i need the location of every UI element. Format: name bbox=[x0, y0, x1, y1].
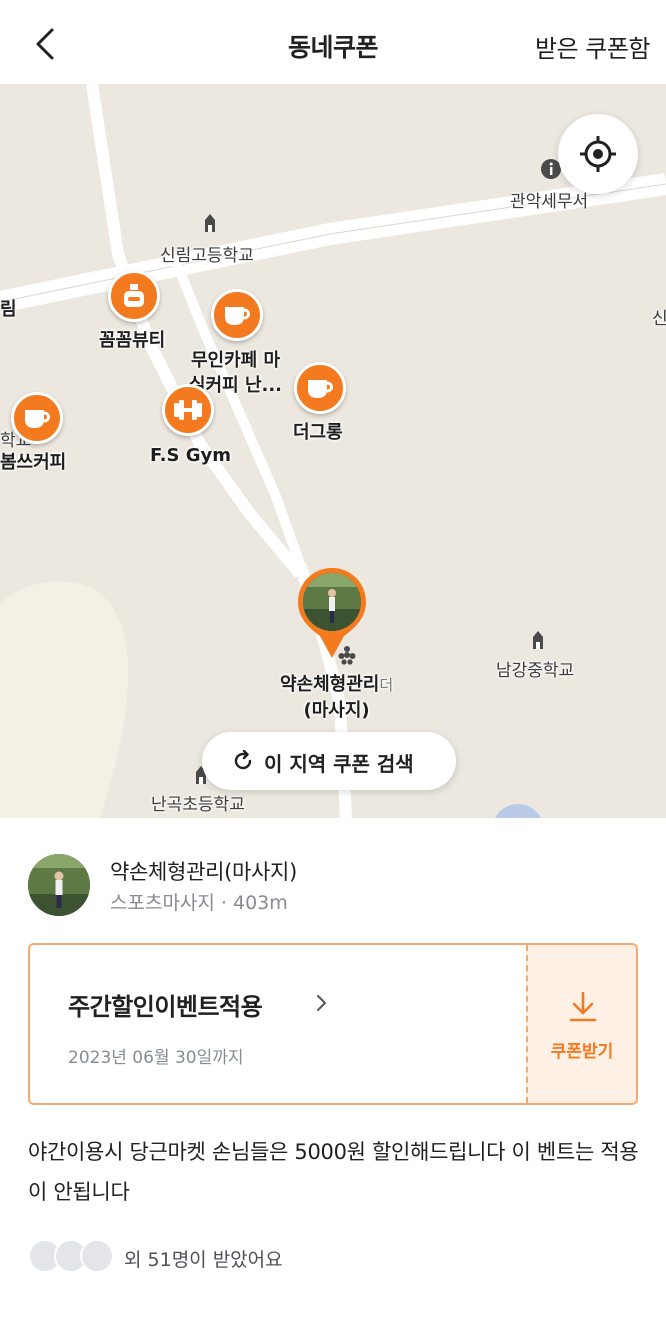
store-avatar[interactable] bbox=[28, 854, 90, 916]
map-label-namgang-middle-school: 남강중학교 bbox=[496, 661, 575, 681]
coffee-cup-icon bbox=[308, 380, 333, 398]
download-icon bbox=[569, 991, 597, 1022]
search-this-area-label: 이 지역 쿠폰 검색 bbox=[264, 752, 414, 776]
map-label-yakson-line2: (마사지) bbox=[303, 700, 370, 721]
map-pin-cafe[interactable] bbox=[211, 289, 263, 341]
map-pin-cafe[interactable] bbox=[11, 392, 63, 444]
top-bar: 동네쿠폰 받은 쿠폰함 bbox=[0, 0, 666, 84]
chevron-right-icon bbox=[317, 995, 326, 1011]
map-label-gwanak-tax-office: 관악세무서 bbox=[510, 192, 589, 212]
coffee-cup-icon bbox=[225, 307, 250, 325]
store-category-distance: 스포츠마사지 · 403m bbox=[110, 892, 288, 914]
map-label-nangok-elementary: 난곡초등학교 bbox=[151, 795, 245, 815]
coupon-description: 야간이용시 당근마켓 손님들은 5000원 할인해드립니다 이 벤트는 적용이 … bbox=[28, 1140, 639, 1204]
coffee-cup-icon bbox=[25, 410, 50, 428]
map-view[interactable]: 관악세무서 신림고등학교 림 신 학교 남강중학교 난곡초등학교 꼼꼼뷰티 무인… bbox=[0, 84, 666, 818]
store-name[interactable]: 약손체형관리(마사지) bbox=[110, 856, 297, 886]
refresh-icon bbox=[234, 750, 252, 770]
map-label-kkumkkum-beauty: 꼼꼼뷰티 bbox=[99, 330, 166, 351]
school-icon bbox=[533, 631, 543, 649]
current-location-button[interactable] bbox=[558, 114, 638, 194]
receiver-avatar bbox=[80, 1239, 114, 1273]
map-pin-selected-store[interactable] bbox=[296, 566, 368, 662]
coupon-receivers: 외 51명이 받았어요 bbox=[28, 1239, 428, 1275]
map-label-rim: 림 bbox=[0, 299, 17, 320]
store-detail-panel: 약손체형관리(마사지) 스포츠마사지 · 403m 주간할인이벤트적용 2023… bbox=[0, 818, 666, 1329]
perfume-icon bbox=[124, 284, 144, 307]
map-pin-cafe[interactable] bbox=[294, 362, 346, 414]
map-label-yakson-line1: 약손체형관리더 bbox=[280, 672, 393, 698]
store-photo-thumbnail bbox=[303, 573, 361, 631]
coupon-expiry: 2023년 06월 30일까지 bbox=[68, 1048, 244, 1068]
map-label-yakson-store: 약손체형관리더 (마사지) bbox=[280, 672, 393, 723]
crosshair-icon bbox=[580, 136, 616, 172]
school-icon bbox=[205, 214, 215, 232]
map-label-deogeurong: 더그롱 bbox=[293, 422, 343, 443]
coupon-card[interactable]: 주간할인이벤트적용 2023년 06월 30일까지 쿠폰받기 bbox=[28, 943, 638, 1105]
get-coupon-button[interactable]: 쿠폰받기 bbox=[526, 945, 636, 1103]
get-coupon-label: 쿠폰받기 bbox=[550, 1042, 614, 1062]
map-label-bomsseu-coffee: 봄쓰커피 bbox=[0, 452, 67, 473]
coupon-title[interactable]: 주간할인이벤트적용 bbox=[68, 987, 263, 1022]
map-label-yakson-partial: 더 bbox=[379, 676, 394, 694]
received-coupons-link[interactable]: 받은 쿠폰함 bbox=[535, 29, 651, 64]
person-photo-icon bbox=[303, 573, 361, 631]
map-label-unmanned-cafe-line1: 무인카페 마 bbox=[190, 350, 281, 371]
receivers-count-label: 외 51명이 받았어요 bbox=[124, 1249, 283, 1271]
map-pin-beauty[interactable] bbox=[108, 270, 160, 322]
map-label-fs-gym: F.S Gym bbox=[150, 445, 231, 466]
map-label-yakson-line1-text: 약손체형관리 bbox=[280, 674, 380, 695]
person-photo-icon bbox=[28, 854, 90, 916]
map-pin-gym[interactable] bbox=[162, 384, 214, 436]
map-label-sin: 신 bbox=[652, 309, 666, 329]
dumbbell-icon bbox=[174, 400, 202, 420]
search-this-area-button[interactable]: 이 지역 쿠폰 검색 bbox=[202, 732, 456, 790]
map-label-sillim-high-school: 신림고등학교 bbox=[160, 246, 254, 266]
